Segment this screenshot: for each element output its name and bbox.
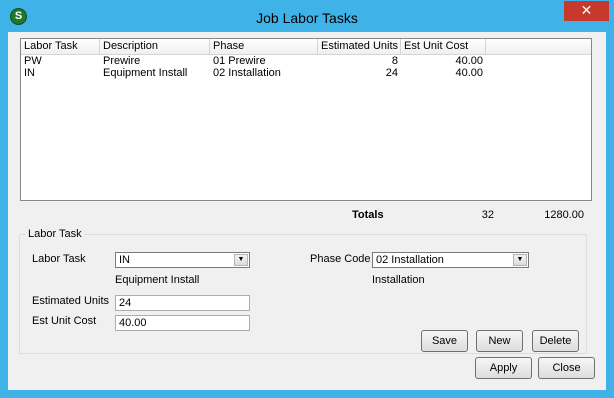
phase-code-label: Phase Code [310, 253, 371, 265]
estimated-units-input[interactable] [115, 295, 250, 311]
labor-task-description: Equipment Install [115, 274, 200, 286]
close-icon: ✕ [580, 2, 593, 18]
grid-header: Labor Task Description Phase Estimated U… [21, 39, 591, 55]
labor-task-group-legend: Labor Task [28, 228, 82, 240]
labor-task-select-value: IN [119, 254, 130, 266]
window-close-button[interactable]: ✕ [564, 1, 609, 21]
cell-phase: 01 Prewire [213, 55, 266, 67]
labor-task-select[interactable]: IN ▼ [115, 252, 250, 268]
labor-task-group: Labor Task Labor Task IN ▼ Equipment Ins… [19, 228, 587, 354]
table-row[interactable]: IN Equipment Install 02 Installation 24 … [21, 67, 591, 79]
totals-units: 32 [481, 209, 494, 221]
est-unit-cost-input[interactable] [115, 315, 250, 331]
totals-cost: 1280.00 [544, 209, 584, 221]
cell-description: Prewire [103, 55, 141, 67]
apply-button[interactable]: Apply [475, 357, 532, 379]
chevron-down-icon[interactable]: ▼ [234, 254, 248, 266]
save-button[interactable]: Save [421, 330, 468, 352]
labor-task-grid[interactable]: Labor Task Description Phase Estimated U… [20, 38, 592, 201]
estimated-units-label: Estimated Units [32, 295, 110, 307]
delete-button[interactable]: Delete [532, 330, 579, 352]
grid-rows: PW Prewire 01 Prewire 8 40.00 IN Equipme… [21, 55, 591, 79]
dialog-body: Labor Task Description Phase Estimated U… [8, 32, 606, 390]
cell-est-unit-cost: 40.00 [455, 67, 483, 79]
column-header-labor-task[interactable]: Labor Task [21, 39, 100, 55]
window-title: Job Labor Tasks [256, 10, 358, 26]
labor-task-label: Labor Task [32, 253, 86, 265]
cell-estimated-units: 24 [385, 67, 398, 79]
column-header-phase[interactable]: Phase [210, 39, 318, 55]
chevron-down-icon[interactable]: ▼ [513, 254, 527, 266]
cell-description: Equipment Install [103, 67, 188, 79]
table-row[interactable]: PW Prewire 01 Prewire 8 40.00 [21, 55, 591, 67]
column-header-estimated-units[interactable]: Estimated Units [318, 39, 401, 55]
cell-estimated-units: 8 [391, 55, 398, 67]
phase-description: Installation [372, 274, 425, 286]
close-button[interactable]: Close [538, 357, 595, 379]
phase-code-select[interactable]: 02 Installation ▼ [372, 252, 529, 268]
cell-phase: 02 Installation [213, 67, 281, 79]
est-unit-cost-label: Est Unit Cost [32, 315, 97, 327]
window: S Job Labor Tasks ✕ Labor Task Descripti… [0, 0, 614, 398]
totals-label: Totals [352, 209, 384, 221]
title-bar[interactable]: S Job Labor Tasks ✕ [0, 0, 614, 32]
cell-est-unit-cost: 40.00 [455, 55, 483, 67]
column-header-filler [486, 39, 591, 55]
cell-labor-task: IN [24, 67, 35, 79]
new-button[interactable]: New [476, 330, 523, 352]
column-header-est-unit-cost[interactable]: Est Unit Cost [401, 39, 486, 55]
column-header-description[interactable]: Description [100, 39, 210, 55]
phase-code-select-value: 02 Installation [376, 254, 444, 266]
cell-labor-task: PW [24, 55, 42, 67]
